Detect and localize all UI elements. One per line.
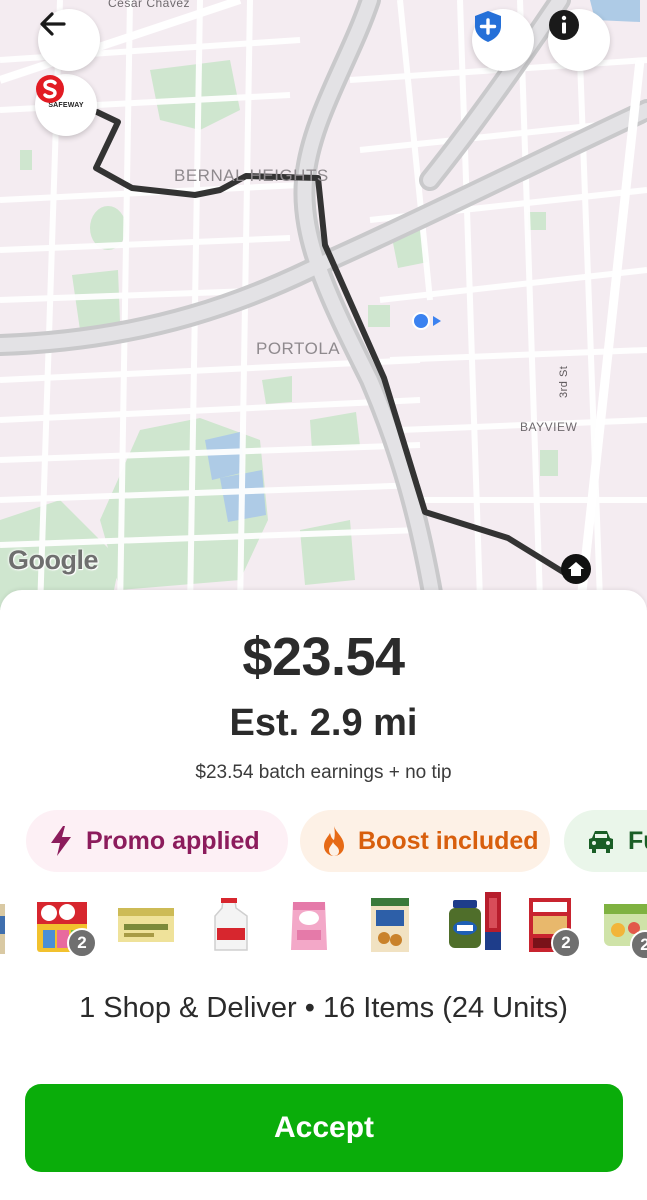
batch-earnings: $23.54 [242, 627, 405, 687]
incentive-chips[interactable]: Promo applied Boost included Fu [26, 810, 647, 874]
item-thumbnail[interactable] [209, 896, 253, 968]
home-icon [560, 553, 592, 585]
batch-offer-screen: Cesar Chavez BERNAL HEIGHTS PORTOLA BAYV… [0, 0, 647, 1200]
item-thumbnail[interactable]: 2 [600, 898, 647, 970]
item-thumbnail[interactable] [368, 896, 412, 968]
item-quantity-badge: 2 [630, 930, 647, 960]
street-label: Cesar Chavez [108, 0, 191, 10]
batch-summary: 1 Shop & Deliver • 16 Items (24 Units) [79, 992, 568, 1024]
chip-label: Fu [628, 826, 647, 855]
safety-button[interactable] [472, 9, 534, 71]
street-label: 3rd St [558, 365, 570, 398]
pickle-jar-icon [449, 900, 481, 948]
chip-boost[interactable]: Boost included [300, 810, 550, 872]
earnings-breakdown: $23.54 batch earnings + no tip [195, 762, 452, 783]
chip-fuel[interactable]: Fu [564, 810, 647, 872]
item-thumbnail[interactable] [116, 900, 176, 970]
item-thumbnail[interactable] [0, 900, 8, 970]
accept-button[interactable]: Accept [25, 1084, 623, 1172]
info-button[interactable] [548, 9, 610, 71]
google-logo: Google [8, 545, 99, 575]
neighborhood-label: BAYVIEW [520, 420, 578, 434]
chip-label: Promo applied [86, 826, 260, 855]
map-canvas [0, 0, 647, 610]
flame-icon [324, 826, 344, 856]
item-thumbnail[interactable] [287, 896, 331, 968]
info-icon [549, 10, 579, 40]
chip-promo[interactable]: Promo applied [26, 810, 288, 872]
shield-plus-icon [475, 11, 501, 42]
car-icon [589, 831, 613, 853]
lightning-icon [51, 826, 71, 856]
arrow-left-icon [40, 12, 66, 36]
item-thumbnails[interactable]: 2 2 2 [0, 890, 647, 970]
item-thumbnail[interactable] [443, 898, 487, 970]
item-quantity-badge: 2 [67, 928, 97, 958]
cereal-box-icon [371, 898, 409, 952]
milk-jug-icon [214, 898, 248, 951]
neighborhood-label: BERNAL HEIGHTS [174, 166, 329, 185]
safeway-logo-icon [36, 75, 64, 103]
tea-box-icon [118, 908, 174, 942]
item-quantity-badge: 2 [551, 928, 581, 958]
map-view[interactable]: Cesar Chavez BERNAL HEIGHTS PORTOLA BAYV… [0, 0, 647, 610]
store-pin[interactable]: SAFEWAY [35, 74, 97, 136]
back-button[interactable] [38, 9, 100, 71]
sugar-bag-icon [291, 902, 327, 950]
estimated-distance: Est. 2.9 mi [229, 702, 418, 744]
neighborhood-label: PORTOLA [256, 339, 341, 358]
offer-sheet: $23.54 Est. 2.9 mi $23.54 batch earnings… [0, 590, 647, 1200]
chip-label: Boost included [358, 826, 539, 855]
relish-bottle-icon [485, 892, 501, 950]
current-location-icon [412, 311, 442, 331]
item-thumbnail[interactable]: 2 [527, 896, 591, 968]
item-thumbnail[interactable]: 2 [35, 898, 99, 970]
item-thumbnail[interactable] [483, 892, 505, 964]
